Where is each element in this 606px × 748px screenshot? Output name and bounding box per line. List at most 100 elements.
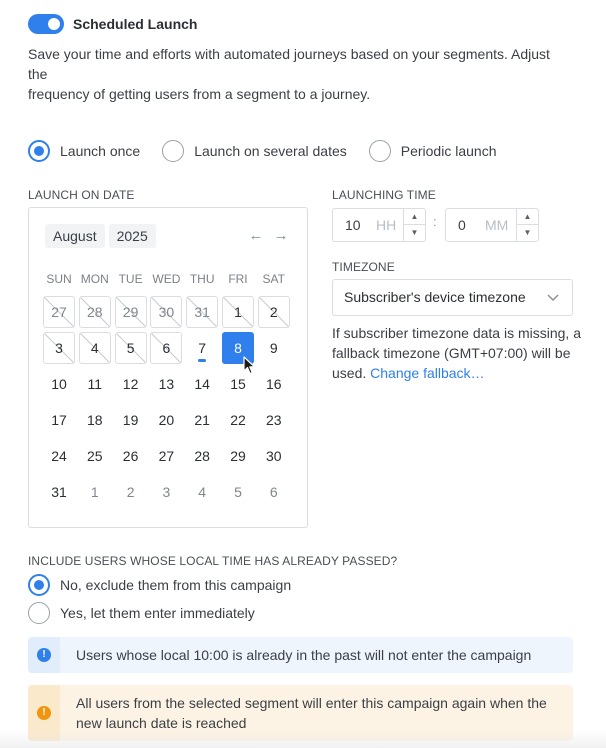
calendar-day[interactable]: 9 [258, 332, 290, 364]
calendar-day[interactable]: 10 [43, 368, 75, 400]
change-fallback-link[interactable]: Change fallback… [370, 365, 484, 381]
calendar-day[interactable]: 3 [150, 476, 182, 508]
launch-type-radio-group: Launch once Launch on several dates Peri… [28, 140, 518, 162]
calendar-header: August 2025 [45, 224, 160, 248]
calendar-grid: SUN MON TUE WED THU FRI SAT 27 28 29 30 31 1 2 3 4 5 6 7 8 9… [43, 266, 290, 508]
weekday-header: WED [152, 272, 181, 286]
calendar-day[interactable]: 13 [150, 368, 182, 400]
calendar-day: 3 [43, 332, 75, 364]
calendar-day[interactable]: 26 [115, 440, 147, 472]
timezone-select[interactable]: Subscriber's device timezone [332, 279, 573, 316]
month-selector[interactable]: August [45, 224, 105, 248]
periodic-launch-radio[interactable] [368, 140, 391, 162]
calendar-day[interactable]: 1 [79, 476, 111, 508]
weekday-header: SAT [262, 272, 285, 286]
minutes-unit: MM [485, 217, 509, 233]
calendar-day[interactable]: 12 [115, 368, 147, 400]
time-separator: : [433, 214, 437, 229]
calendar-day[interactable]: 16 [258, 368, 290, 400]
calendar-day[interactable]: 21 [186, 404, 218, 436]
calendar-day: 6 [150, 332, 183, 364]
calendar-day: 30 [150, 296, 183, 328]
calendar-day[interactable]: 22 [222, 404, 254, 436]
calendar-day[interactable]: 17 [43, 404, 75, 436]
mouse-pointer-icon [243, 356, 256, 375]
info-icon: ! [37, 648, 51, 662]
hours-down-icon[interactable]: ▼ [404, 225, 425, 241]
calendar-day: 1 [221, 296, 254, 328]
hours-unit: HH [376, 217, 397, 233]
hours-stepper-buttons: ▲ ▼ [403, 209, 425, 241]
passed-time-label: INCLUDE USERS WHOSE LOCAL TIME HAS ALREA… [28, 554, 398, 568]
launch-once-label: Launch once [60, 143, 141, 159]
calendar-day[interactable]: 14 [186, 368, 218, 400]
launch-several-dates-radio[interactable] [162, 140, 185, 162]
hours-up-icon[interactable]: ▲ [404, 209, 425, 225]
calendar-day[interactable]: 2 [115, 476, 147, 508]
weekday-header: SUN [46, 272, 72, 286]
calendar-day[interactable]: 25 [79, 440, 111, 472]
warning-banner: ! All users from the selected segment wi… [28, 685, 573, 741]
exclude-radio[interactable] [28, 574, 50, 596]
calendar-day[interactable]: 11 [79, 368, 111, 400]
launch-type-several-dates[interactable]: Launch on several dates [162, 140, 347, 162]
year-selector[interactable]: 2025 [108, 224, 156, 248]
description-line-1: Save your time and efforts with automate… [28, 46, 550, 82]
calendar-day[interactable]: 27 [150, 440, 182, 472]
enter-immediately-radio[interactable] [28, 602, 50, 624]
warning-icon: ! [37, 706, 51, 720]
launch-date-label: LAUNCH ON DATE [28, 188, 135, 202]
calendar-day: 28 [78, 296, 111, 328]
scheduled-launch-toggle-row: Scheduled Launch [28, 14, 197, 34]
passed-time-option-exclude[interactable]: No, exclude them from this campaign [28, 574, 291, 596]
hours-value: 10 [345, 217, 361, 233]
calendar-day: 27 [43, 296, 75, 328]
hours-stepper[interactable]: 10 HH ▲ ▼ [332, 208, 426, 242]
minutes-stepper[interactable]: 0 MM ▲ ▼ [445, 208, 539, 242]
timezone-label: TIMEZONE [332, 260, 395, 274]
arrow-right-icon[interactable]: → [271, 226, 291, 246]
minutes-value: 0 [458, 217, 466, 233]
calendar-day[interactable]: 19 [115, 404, 147, 436]
timezone-selected-value: Subscriber's device timezone [344, 289, 526, 305]
passed-time-radio-yes-row: Yes, let them enter immediately [28, 602, 277, 624]
calendar-day[interactable]: 23 [258, 404, 290, 436]
calendar-day: 4 [78, 332, 111, 364]
description-line-2: frequency of getting users from a segmen… [28, 86, 371, 102]
chevron-down-icon [547, 294, 559, 302]
calendar-day[interactable]: 29 [222, 440, 254, 472]
calendar-day[interactable]: 28 [186, 440, 218, 472]
calendar-nav: ← → [241, 226, 291, 246]
scheduled-launch-label: Scheduled Launch [73, 16, 198, 32]
exclude-label: No, exclude them from this campaign [60, 577, 292, 593]
launch-type-once[interactable]: Launch once [28, 140, 140, 162]
calendar-day: 29 [114, 296, 147, 328]
minutes-up-icon[interactable]: ▲ [517, 209, 538, 225]
launch-once-radio[interactable] [28, 140, 50, 162]
passed-time-option-enter[interactable]: Yes, let them enter immediately [28, 602, 255, 624]
arrow-left-icon[interactable]: ← [246, 226, 266, 246]
calendar-day[interactable]: 20 [150, 404, 182, 436]
info-banner: ! Users whose local 10:00 is already in … [28, 637, 573, 673]
calendar-day: 5 [114, 332, 147, 364]
minutes-down-icon[interactable]: ▼ [517, 225, 538, 241]
scheduled-launch-toggle[interactable] [28, 14, 64, 34]
weekday-header: MON [80, 272, 109, 286]
date-picker-calendar: August 2025 ← → SUN MON TUE WED THU FRI SAT 27 2… [28, 207, 308, 528]
calendar-day[interactable]: 31 [43, 476, 75, 508]
weekday-header: TUE [118, 272, 143, 286]
launching-time-label: LAUNCHING TIME [332, 188, 436, 202]
calendar-day[interactable]: 30 [258, 440, 290, 472]
calendar-day[interactable]: 4 [186, 476, 218, 508]
minutes-stepper-buttons: ▲ ▼ [516, 209, 538, 241]
passed-time-radio-no-row: No, exclude them from this campaign [28, 574, 313, 596]
launch-type-periodic[interactable]: Periodic launch [368, 140, 497, 162]
calendar-day[interactable]: 5 [222, 476, 254, 508]
calendar-day[interactable]: 24 [43, 440, 75, 472]
weekday-header: FRI [228, 272, 248, 286]
calendar-day[interactable]: 6 [258, 476, 290, 508]
calendar-day-today[interactable]: 7 [186, 332, 218, 364]
calendar-day[interactable]: 18 [79, 404, 111, 436]
info-banner-text: Users whose local 10:00 is already in th… [76, 647, 532, 663]
periodic-launch-label: Periodic launch [400, 143, 497, 159]
